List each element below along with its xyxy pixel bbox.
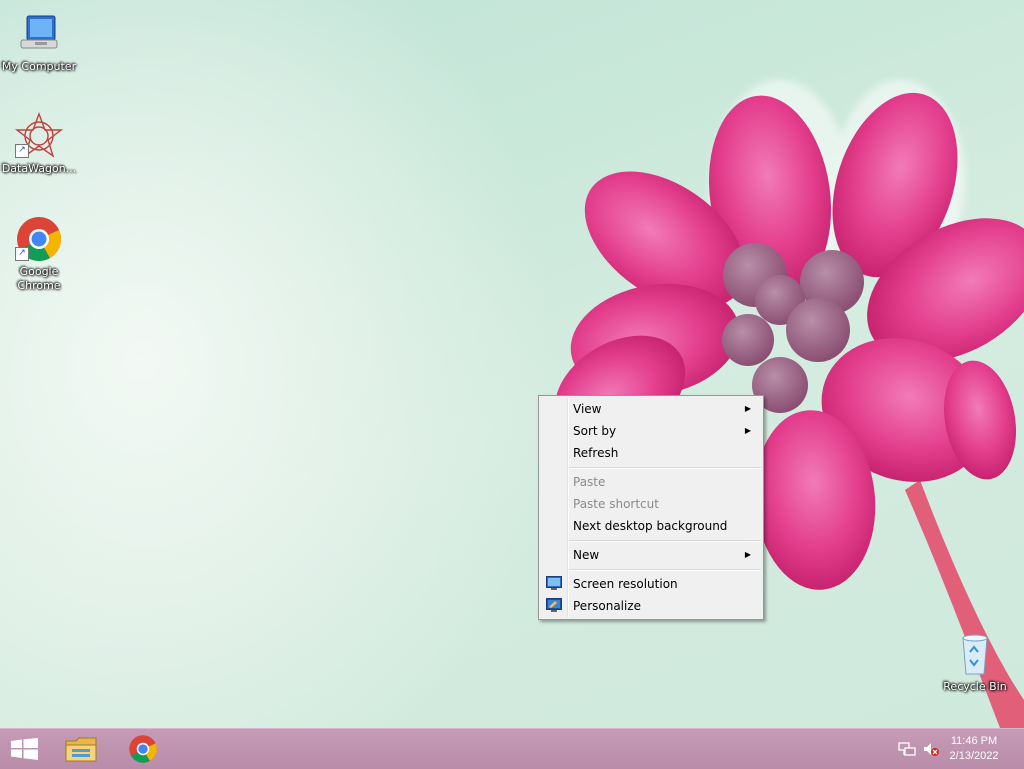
taskbar: 11:46 PM 2/13/2022 [0,728,1024,769]
recycle-bin-icon [951,630,999,678]
menu-item-label: Next desktop background [573,519,728,533]
menu-item-paste-shortcut[interactable]: Paste shortcut [541,493,761,515]
desktop-icon-label: DataWagon... [1,162,77,175]
taskbar-file-explorer-button[interactable] [54,729,110,769]
menu-item-label: Refresh [573,446,619,460]
menu-separator [569,540,761,542]
datawagon-icon: ↗ [14,112,64,160]
menu-item-label: Sort by [573,424,617,438]
personalize-icon [546,598,562,612]
menu-item-paste[interactable]: Paste [541,471,761,493]
menu-item-personalize[interactable]: Personalize [541,595,761,617]
menu-item-label: View [573,402,602,416]
menu-item-label: Paste shortcut [573,497,659,511]
file-explorer-icon [65,737,97,762]
screen-resolution-icon [546,576,562,590]
menu-item-new[interactable]: New ▶ [541,544,761,566]
start-button[interactable] [0,729,56,769]
desktop-icon-label: Google Chrome [17,265,61,292]
shortcut-arrow-icon: ↗ [15,247,29,261]
chrome-icon [129,735,157,763]
clock-date: 2/13/2022 [949,750,999,762]
chrome-icon: ↗ [15,215,63,263]
menu-separator [569,569,761,571]
clock-time: 11:46 PM [950,735,998,747]
windows-logo-icon [11,738,38,760]
menu-item-screen-resolution[interactable]: Screen resolution [541,573,761,595]
computer-icon [15,10,63,58]
submenu-arrow-icon: ▶ [744,550,751,559]
menu-item-refresh[interactable]: Refresh [541,442,761,464]
menu-item-label: Personalize [573,599,642,613]
volume-muted-icon[interactable] [922,741,940,757]
shortcut-arrow-icon: ↗ [15,144,29,158]
desktop-icon-my-computer[interactable]: My Computer [0,10,78,74]
tray-clock[interactable]: 11:46 PM 2/13/2022 [944,734,1004,764]
menu-item-label: New [573,548,600,562]
desktop-icon-google-chrome[interactable]: ↗ Google Chrome [0,215,78,293]
desktop-icon-datawagon[interactable]: ↗ DataWagon... [0,112,78,176]
submenu-arrow-icon: ▶ [744,404,751,413]
taskbar-chrome-button[interactable] [116,729,172,769]
wallpaper-flower [554,80,1024,728]
menu-item-label: Paste [573,475,606,489]
desktop-context-menu: View ▶ Sort by ▶ Refresh Paste Paste sho… [538,395,764,620]
menu-item-view[interactable]: View ▶ [541,398,761,420]
network-icon[interactable] [898,741,916,757]
menu-item-next-desktop-background[interactable]: Next desktop background [541,515,761,537]
menu-item-label: Screen resolution [573,577,678,591]
desktop-icon-recycle-bin[interactable]: Recycle Bin [936,630,1014,694]
menu-item-sort-by[interactable]: Sort by ▶ [541,420,761,442]
menu-separator [569,467,761,469]
desktop[interactable]: My Computer ↗ DataWagon... ↗ Google Chro… [0,0,1024,728]
desktop-icon-label: My Computer [1,60,77,73]
desktop-icon-label: Recycle Bin [943,680,1007,693]
submenu-arrow-icon: ▶ [744,426,751,435]
